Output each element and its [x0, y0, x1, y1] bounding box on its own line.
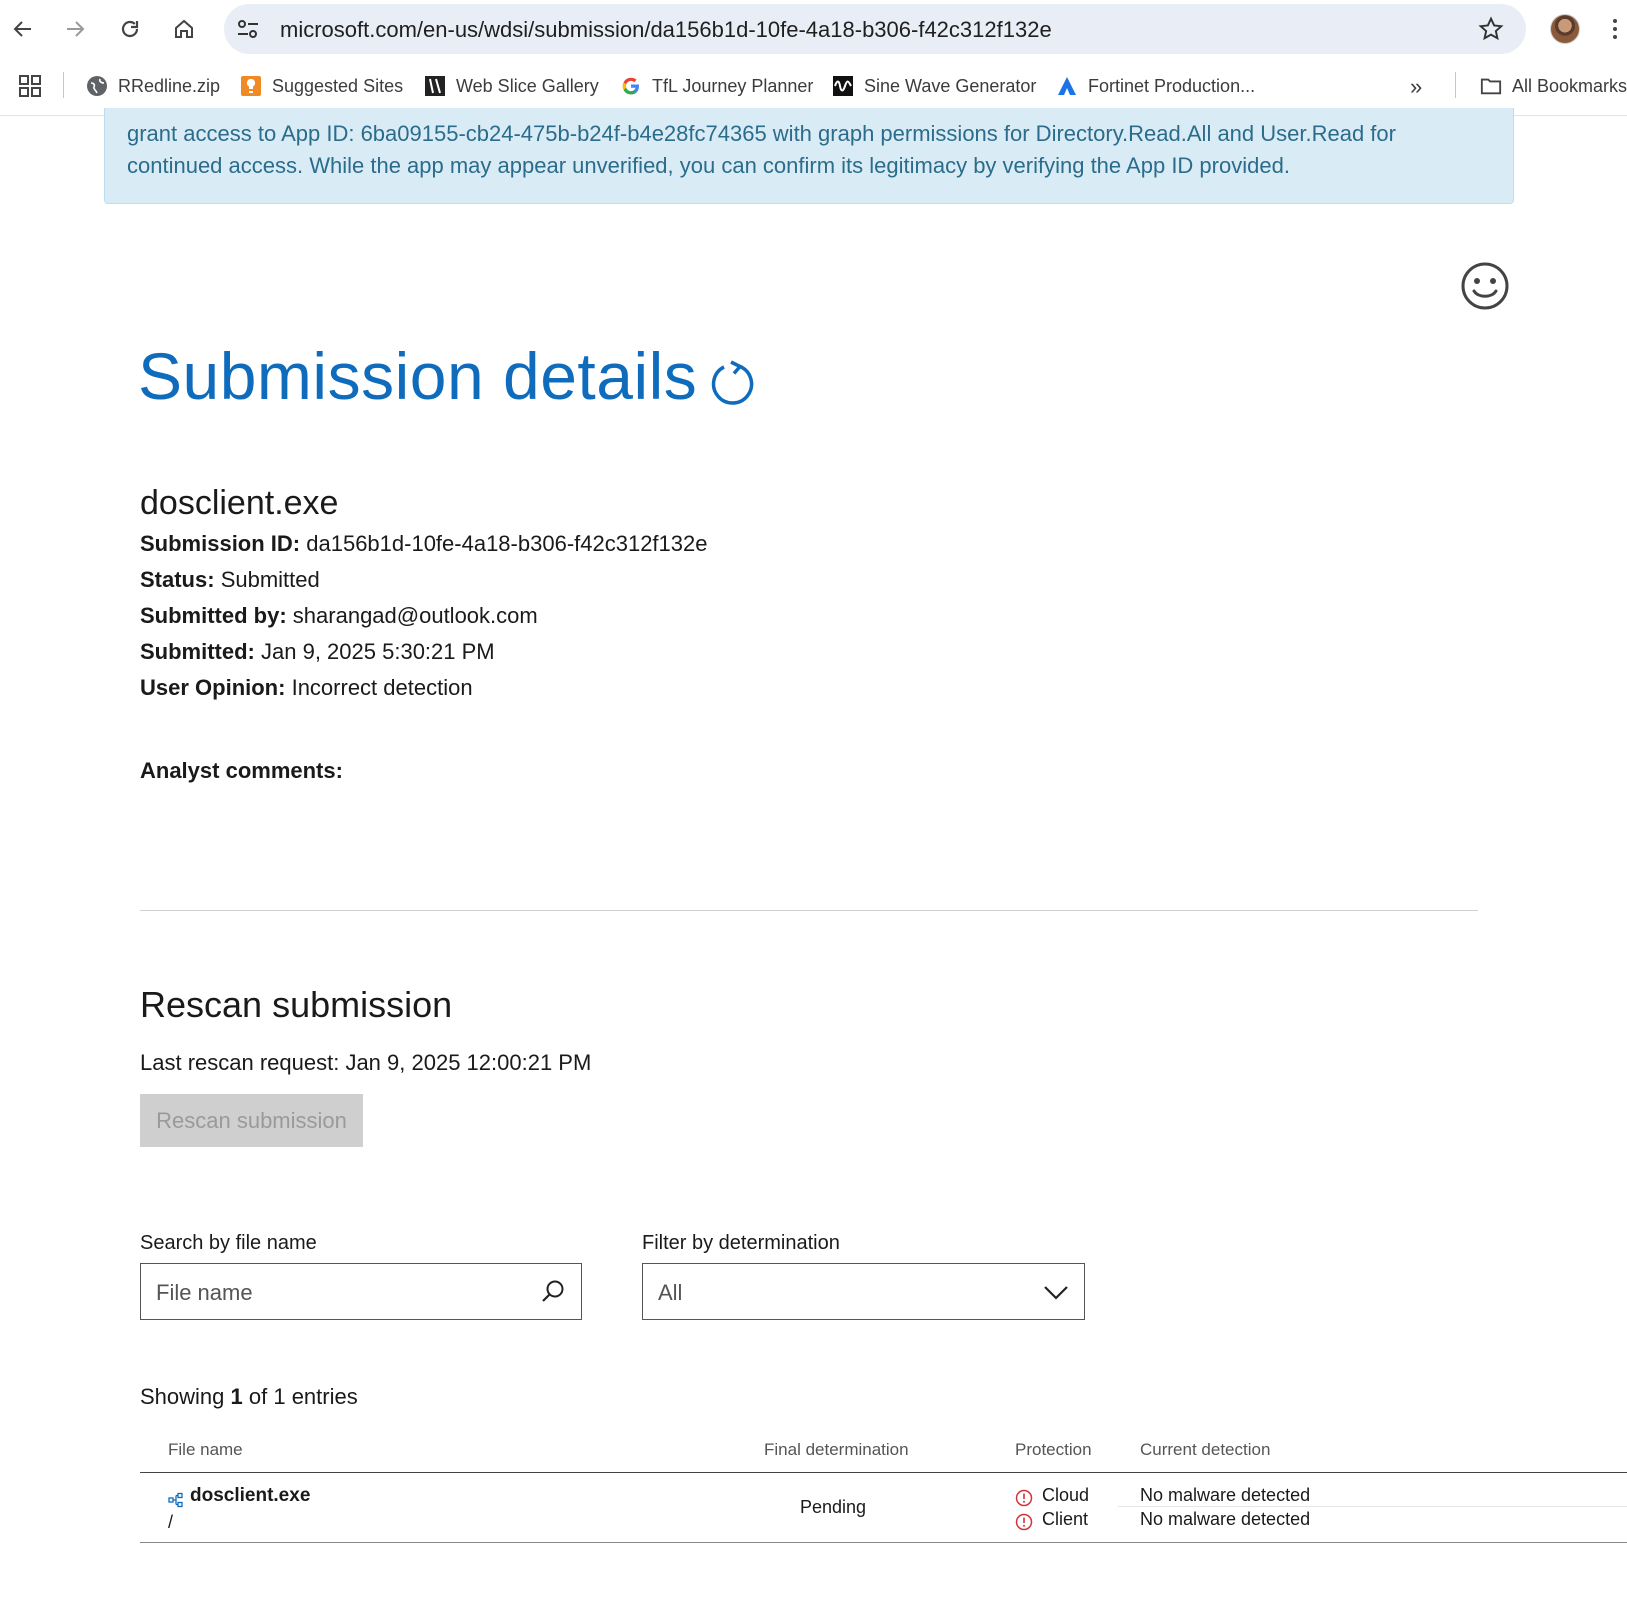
chevron-down-icon — [1044, 1286, 1068, 1300]
site-settings-icon[interactable] — [236, 18, 260, 40]
submitted-date-label: Submitted: — [140, 639, 255, 664]
column-header-current-detection[interactable]: Current detection — [1140, 1440, 1270, 1460]
rescan-section-title: Rescan submission — [140, 984, 453, 1025]
home-icon — [175, 19, 193, 38]
protection-row-divider — [1118, 1506, 1627, 1507]
fortinet-icon — [1056, 75, 1078, 97]
bookmark-label: TfL Journey Planner — [652, 75, 814, 96]
info-alert-banner: grant access to App ID: 6ba09155-cb24-47… — [104, 108, 1514, 204]
row-protection-cloud: Cloud — [1042, 1485, 1090, 1505]
bookmark-label: Fortinet Production... — [1088, 75, 1256, 96]
search-icon[interactable] — [539, 1278, 567, 1306]
submission-id-label: Submission ID: — [140, 531, 301, 556]
bookmark-label: Suggested Sites — [272, 75, 404, 96]
submitted-by-row: Submitted by: sharangad@outlook.com — [140, 603, 538, 629]
status-value: Submitted — [220, 567, 320, 592]
browser-toolbar: microsoft.com/en-us/wdsi/submission/da15… — [0, 0, 1627, 58]
feedback-smiley-icon[interactable] — [1460, 261, 1510, 311]
reload-icon — [121, 20, 139, 38]
row-file-path: / — [168, 1512, 174, 1532]
section-divider — [140, 910, 1478, 911]
rescan-submission-button[interactable]: Rescan submission — [140, 1094, 363, 1147]
column-header-protection[interactable]: Protection — [1015, 1440, 1092, 1460]
row-file-name-text: dosclient.exe — [190, 1485, 311, 1506]
submission-id-value: da156b1d-10fe-4a18-b306-f42c312f132e — [306, 531, 708, 556]
bookmark-web-slice-gallery[interactable]: Web Slice Gallery — [424, 71, 599, 101]
bookmark-label: RRedline.zip — [118, 75, 221, 96]
forward-button[interactable] — [58, 12, 92, 46]
table-bottom-border — [140, 1542, 1627, 1543]
forward-arrow-icon — [67, 21, 85, 37]
status-row: Status: Submitted — [140, 567, 320, 593]
submission-id-row: Submission ID: da156b1d-10fe-4a18-b306-f… — [140, 531, 707, 557]
file-tree-icon — [168, 1492, 183, 1508]
last-rescan-request: Last rescan request: Jan 9, 2025 12:00:2… — [140, 1050, 592, 1075]
filter-selected-value: All — [658, 1280, 683, 1305]
all-bookmarks-button[interactable]: All Bookmarks — [1480, 71, 1627, 101]
determination-filter-select[interactable]: All — [642, 1263, 1085, 1320]
suggested-sites-icon — [240, 75, 262, 97]
all-bookmarks-label: All Bookmarks — [1512, 75, 1627, 96]
row-file-name[interactable]: dosclient.exe — [190, 1485, 310, 1507]
showing-count: 1 — [230, 1384, 243, 1409]
page-title: Submission details — [138, 339, 698, 413]
apps-grid-icon[interactable] — [18, 74, 42, 98]
results-count: Showing 1 of 1 entries — [140, 1384, 358, 1410]
row-protection-client: Client — [1042, 1509, 1089, 1529]
showing-prefix: Showing — [140, 1384, 225, 1409]
row-final-determination: Pending — [800, 1497, 867, 1517]
file-name-search-input[interactable]: File name — [140, 1263, 582, 1320]
showing-suffix: of 1 entries — [248, 1384, 358, 1409]
reload-button[interactable] — [113, 12, 147, 46]
user-opinion-row: User Opinion: Incorrect detection — [140, 675, 473, 701]
browser-menu-icon[interactable] — [1610, 16, 1620, 42]
bookmark-sine-wave-generator[interactable]: Sine Wave Generator — [832, 71, 1036, 101]
search-label: Search by file name — [140, 1232, 317, 1254]
submitted-date-value: Jan 9, 2025 5:30:21 PM — [261, 639, 495, 664]
warning-circle-icon — [1015, 1489, 1033, 1507]
submission-file-name: dosclient.exe — [140, 484, 339, 522]
status-label: Status: — [140, 567, 215, 592]
google-g-icon — [620, 75, 642, 97]
bookmarks-separator — [1455, 72, 1456, 98]
table-header-divider — [140, 1472, 1627, 1473]
alert-text: grant access to App ID: 6ba09155-cb24-47… — [127, 121, 1396, 178]
back-arrow-icon — [13, 21, 31, 37]
bookmark-tfl-journey-planner[interactable]: TfL Journey Planner — [620, 71, 813, 101]
profile-avatar[interactable] — [1550, 14, 1580, 44]
row-detection-client: No malware detected — [1140, 1509, 1311, 1529]
address-url[interactable]: microsoft.com/en-us/wdsi/submission/da15… — [280, 17, 1052, 43]
back-button[interactable] — [6, 12, 40, 46]
sine-wave-icon — [832, 75, 854, 97]
bookmarks-separator — [63, 72, 64, 98]
web-slice-icon — [424, 75, 446, 97]
bookmark-label: Sine Wave Generator — [864, 75, 1037, 96]
submitted-by-label: Submitted by: — [140, 603, 287, 628]
user-opinion-value: Incorrect detection — [291, 675, 473, 700]
bookmark-rredline[interactable]: RRedline.zip — [86, 71, 220, 101]
globe-icon — [86, 75, 108, 97]
bookmark-fortinet[interactable]: Fortinet Production... — [1056, 71, 1255, 101]
home-button[interactable] — [167, 12, 201, 46]
search-placeholder: File name — [156, 1280, 253, 1305]
warning-circle-icon — [1015, 1513, 1033, 1531]
user-opinion-label: User Opinion: — [140, 675, 286, 700]
row-detection-cloud: No malware detected — [1140, 1485, 1311, 1505]
bookmark-suggested-sites[interactable]: Suggested Sites — [240, 71, 403, 101]
column-header-final-determination[interactable]: Final determination — [764, 1440, 909, 1460]
bookmark-star-icon[interactable] — [1478, 16, 1504, 42]
submitted-date-row: Submitted: Jan 9, 2025 5:30:21 PM — [140, 639, 495, 665]
column-header-file-name[interactable]: File name — [168, 1440, 243, 1460]
folder-icon — [1480, 75, 1502, 97]
address-bar[interactable]: microsoft.com/en-us/wdsi/submission/da15… — [224, 4, 1526, 54]
refresh-icon[interactable] — [710, 360, 756, 406]
more-bookmarks-chevron-icon[interactable]: » — [1410, 74, 1422, 100]
bookmark-label: Web Slice Gallery — [456, 75, 599, 96]
analyst-comments-label: Analyst comments: — [140, 758, 343, 783]
filter-label: Filter by determination — [642, 1232, 840, 1254]
submitted-by-value: sharangad@outlook.com — [292, 603, 538, 628]
